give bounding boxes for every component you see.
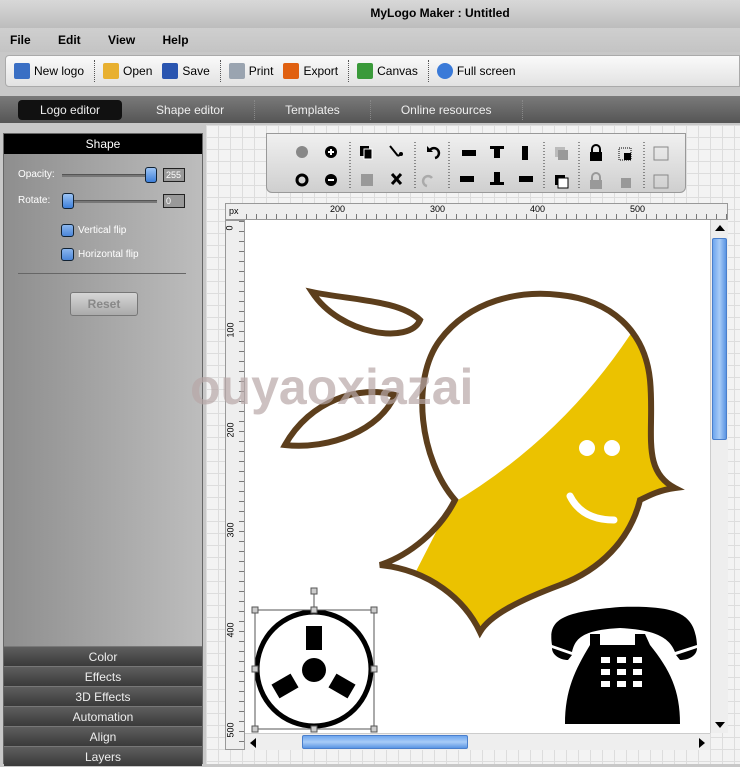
scroll-left-arrow[interactable] [250, 738, 256, 748]
watermark-text: ouyaoxiazai [190, 359, 473, 415]
leaf-shape[interactable] [305, 287, 424, 337]
telephone-shape[interactable] [551, 606, 697, 724]
scroll-up-arrow[interactable] [715, 225, 725, 231]
scroll-down-arrow[interactable] [715, 722, 725, 728]
vertical-scrollbar[interactable] [710, 220, 728, 733]
head-shape[interactable] [350, 290, 720, 700]
vertical-scroll-thumb[interactable] [712, 238, 727, 440]
horizontal-scrollbar[interactable] [245, 733, 710, 750]
circle-symbol-shape[interactable] [254, 609, 374, 729]
logo-artwork: ouyaoxiazai [190, 287, 720, 733]
horizontal-scroll-thumb[interactable] [302, 735, 468, 749]
scroll-right-arrow[interactable] [699, 738, 705, 748]
